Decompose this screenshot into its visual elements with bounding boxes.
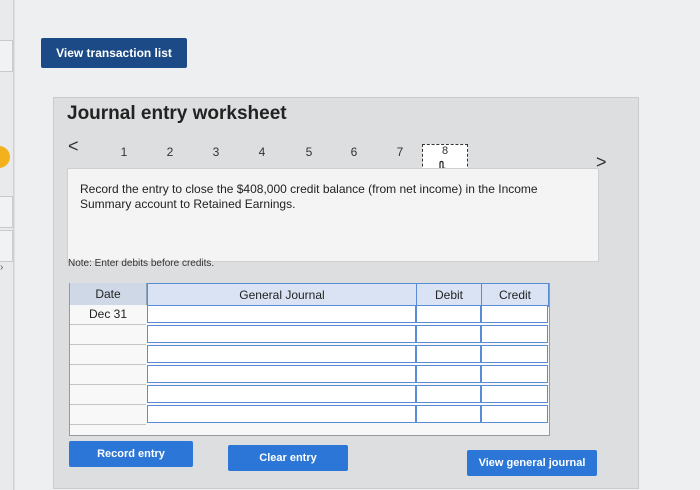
tab-5[interactable]: 5 — [302, 145, 316, 159]
tab-1[interactable]: 1 — [117, 145, 131, 159]
left-panel-box — [0, 40, 13, 72]
date-cell[interactable] — [70, 344, 146, 365]
date-cell[interactable] — [70, 364, 146, 385]
credit-input[interactable] — [481, 405, 548, 423]
date-cell[interactable]: Dec 31 — [70, 304, 146, 325]
left-panel-box — [0, 230, 13, 262]
date-cell[interactable] — [70, 384, 146, 405]
account-input[interactable] — [147, 405, 416, 423]
worksheet-title: Journal entry worksheet — [67, 103, 287, 124]
debit-input[interactable] — [416, 325, 481, 343]
tab-2[interactable]: 2 — [163, 145, 177, 159]
credit-input[interactable] — [481, 305, 548, 323]
header-date: Date — [70, 283, 147, 305]
prev-arrow-icon[interactable]: < — [68, 136, 79, 157]
tab-4[interactable]: 4 — [255, 145, 269, 159]
record-entry-button[interactable]: Record entry — [69, 441, 193, 467]
header-general-journal: General Journal — [147, 283, 417, 307]
left-panel-box — [0, 196, 13, 228]
header-debit: Debit — [416, 283, 482, 307]
account-input[interactable] — [147, 365, 416, 383]
credit-input[interactable] — [481, 365, 548, 383]
clear-entry-button[interactable]: Clear entry — [228, 445, 348, 471]
tab-7[interactable]: 7 — [393, 145, 407, 159]
instruction-text: Record the entry to close the $408,000 c… — [80, 182, 538, 211]
debit-input[interactable] — [416, 305, 481, 323]
credit-input[interactable] — [481, 325, 548, 343]
account-input[interactable] — [147, 325, 416, 343]
account-input[interactable] — [147, 305, 416, 323]
date-cell[interactable] — [70, 404, 146, 425]
date-cell[interactable] — [70, 324, 146, 345]
header-credit: Credit — [481, 283, 549, 307]
debit-input[interactable] — [416, 405, 481, 423]
debit-input[interactable] — [416, 345, 481, 363]
tab-6[interactable]: 6 — [347, 145, 361, 159]
left-mark-icon: › — [0, 262, 4, 273]
view-transaction-list-button[interactable]: View transaction list — [41, 38, 187, 68]
view-general-journal-button[interactable]: View general journal — [467, 450, 597, 476]
debit-input[interactable] — [416, 365, 481, 383]
credit-input[interactable] — [481, 385, 548, 403]
credit-input[interactable] — [481, 345, 548, 363]
account-input[interactable] — [147, 345, 416, 363]
left-panel-strip — [0, 0, 14, 490]
account-input[interactable] — [147, 385, 416, 403]
tab-3[interactable]: 3 — [209, 145, 223, 159]
note-text: Note: Enter debits before credits. — [68, 258, 215, 269]
debit-input[interactable] — [416, 385, 481, 403]
